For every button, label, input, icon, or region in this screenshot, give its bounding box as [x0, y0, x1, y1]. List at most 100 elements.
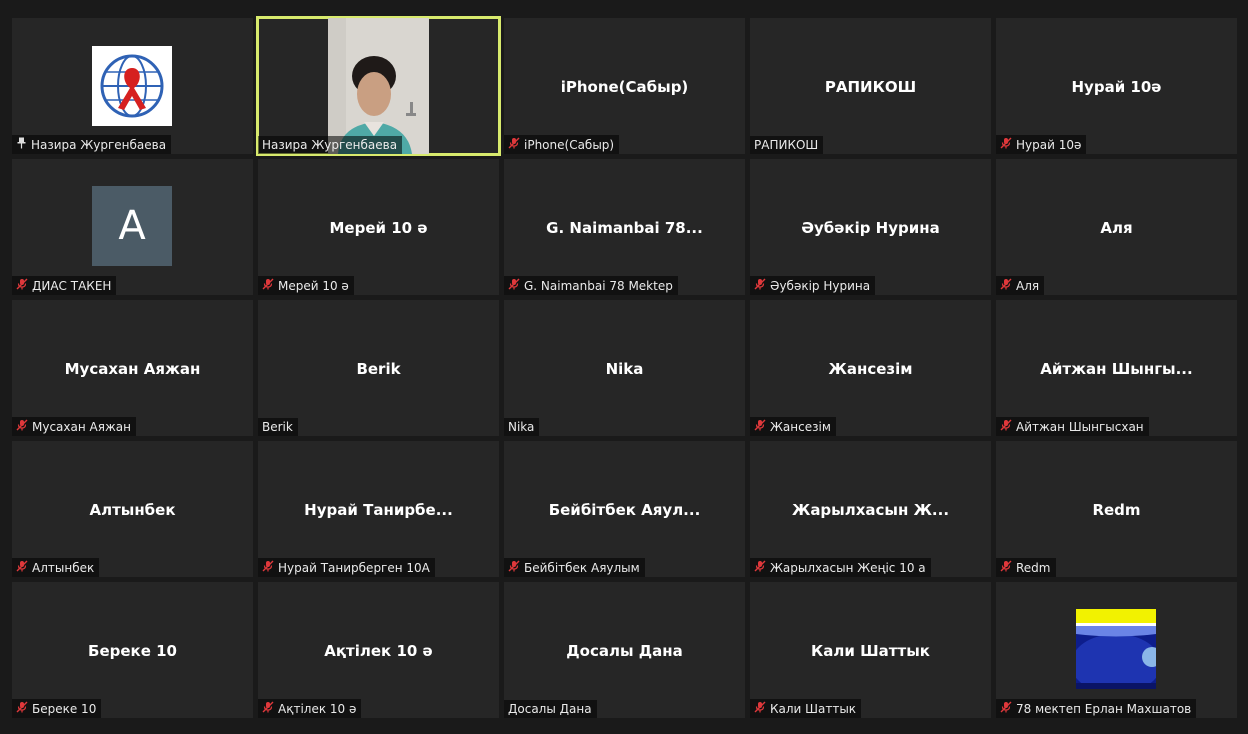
participant-display-name: Redm: [1092, 501, 1141, 519]
participant-tile[interactable]: iPhone(Сабыр) iPhone(Сабыр): [504, 18, 745, 154]
participant-tile[interactable]: 78 мектеп Ерлан Махшатов: [996, 582, 1237, 718]
mic-muted-icon: [16, 419, 28, 434]
participant-tile[interactable]: G. Naimanbai 78... G. Naimanbai 78 Mektep: [504, 159, 745, 295]
participant-name-label: Назира Жургенбаева: [12, 135, 172, 154]
participant-name: Жансезім: [770, 419, 831, 434]
participant-tile[interactable]: Аля Аля: [996, 159, 1237, 295]
mic-muted-icon: [1000, 419, 1012, 434]
gallery-grid: Назира Жургенбаева Назира Жургенбаева iPho…: [12, 16, 1237, 718]
shared-image-thumbnail: [1071, 609, 1162, 694]
participant-tile[interactable]: Айтжан Шынгы... Айтжан Шынгысхан: [996, 300, 1237, 436]
mic-muted-icon: [754, 560, 766, 575]
participant-name-label: iPhone(Сабыр): [504, 135, 620, 154]
participant-name-label: Жарылхасын Жеңіс 10 а: [750, 558, 931, 577]
participant-tile[interactable]: Нурай Танирбе... Нурай Танирберген 10А: [258, 441, 499, 577]
mic-muted-icon: [16, 560, 28, 575]
participant-name: Аля: [1016, 278, 1040, 293]
participant-name-label: G. Naimanbai 78 Mektep: [504, 276, 678, 295]
participant-display-name: Нурай 10ә: [1071, 78, 1162, 96]
participant-tile[interactable]: Алтынбек Алтынбек: [12, 441, 253, 577]
participant-display-name: Berik: [356, 360, 401, 378]
mic-muted-icon: [16, 701, 28, 716]
participant-tile[interactable]: Жансезім Жансезім: [750, 300, 991, 436]
participant-display-name: Нурай Танирбе...: [304, 501, 453, 519]
participant-display-name: Ақтілек 10 ә: [324, 642, 433, 660]
participant-name: iPhone(Сабыр): [524, 137, 615, 152]
participant-display-name: Досалы Дана: [566, 642, 683, 660]
participant-name-label: Нурай 10ә: [996, 135, 1087, 154]
participant-name: Бейбітбек Аяулым: [524, 560, 640, 575]
participant-name-label: Назира Жургенбаева: [258, 136, 403, 154]
participant-name-label: Әубәкір Нурина: [750, 276, 876, 295]
participant-tile[interactable]: Береке 10 Береке 10: [12, 582, 253, 718]
participant-tile[interactable]: Redm Redm: [996, 441, 1237, 577]
participant-display-name: Мерей 10 ә: [329, 219, 428, 237]
participant-display-name: РАПИКОШ: [824, 78, 917, 96]
participant-name-label: Redm: [996, 558, 1056, 577]
participant-name: Нурай Танирберген 10А: [278, 560, 430, 575]
participant-name: Мусахан Аяжан: [32, 419, 131, 434]
participant-display-name: Аля: [1100, 219, 1133, 237]
participant-name-label: Жансезім: [750, 417, 836, 436]
participant-tile[interactable]: Кали Шаттык Кали Шаттык: [750, 582, 991, 718]
participant-name: Береке 10: [32, 701, 97, 716]
mic-muted-icon: [1000, 137, 1012, 152]
participant-name: Әубәкір Нурина: [770, 278, 871, 293]
mic-muted-icon: [262, 560, 274, 575]
participant-name-label: Мусахан Аяжан: [12, 417, 136, 436]
participant-tile[interactable]: Berik Berik: [258, 300, 499, 436]
participant-tile[interactable]: Бейбітбек Аяул... Бейбітбек Аяулым: [504, 441, 745, 577]
participant-name-label: Nika: [504, 418, 540, 436]
participant-tile[interactable]: Мерей 10 ә Мерей 10 ә: [258, 159, 499, 295]
participant-tile[interactable]: Жарылхасын Ж... Жарылхасын Жеңіс 10 а: [750, 441, 991, 577]
participant-tile[interactable]: Досалы Дана Досалы Дана: [504, 582, 745, 718]
participant-tile[interactable]: Назира Жургенбаева: [256, 16, 501, 156]
participant-name: Назира Жургенбаева: [31, 137, 167, 152]
participant-name-label: 78 мектеп Ерлан Махшатов: [996, 699, 1197, 718]
participant-tile[interactable]: РАПИКОШ РАПИКОШ: [750, 18, 991, 154]
mic-muted-icon: [508, 137, 520, 152]
participant-display-name: Алтынбек: [89, 501, 176, 519]
participant-name: Нурай 10ә: [1016, 137, 1082, 152]
participant-name-label: ДИАС ТАКЕН: [12, 276, 117, 295]
participant-tile[interactable]: Нурай 10ә Нурай 10ә: [996, 18, 1237, 154]
participant-name-label: Бейбітбек Аяулым: [504, 558, 645, 577]
participant-video: [328, 18, 429, 154]
mic-muted-icon: [16, 278, 28, 293]
participant-display-name: Nika: [605, 360, 644, 378]
participant-name-label: Ақтілек 10 ә: [258, 699, 362, 718]
participant-name-label: Нурай Танирберген 10А: [258, 558, 435, 577]
participant-name-label: Досалы Дана: [504, 700, 597, 718]
mic-muted-icon: [754, 419, 766, 434]
participant-tile[interactable]: A ДИАС ТАКЕН: [12, 159, 253, 295]
participant-name: Redm: [1016, 560, 1051, 575]
participant-tile[interactable]: Назира Жургенбаева: [12, 18, 253, 154]
participant-name: Назира Жургенбаева: [262, 138, 398, 152]
participant-name: G. Naimanbai 78 Mektep: [524, 278, 673, 293]
participant-display-name: Береке 10: [88, 642, 177, 660]
profile-logo-image: [92, 46, 172, 126]
mic-muted-icon: [1000, 560, 1012, 575]
pin-icon: [16, 137, 27, 152]
participant-tile[interactable]: Ақтілек 10 ә Ақтілек 10 ә: [258, 582, 499, 718]
participant-name: Досалы Дана: [508, 702, 592, 716]
participant-tile[interactable]: Nika Nika: [504, 300, 745, 436]
participant-display-name: Кали Шаттык: [811, 642, 930, 660]
participant-name: Жарылхасын Жеңіс 10 а: [770, 560, 926, 575]
mic-muted-icon: [754, 278, 766, 293]
participant-name: Ақтілек 10 ә: [278, 701, 357, 716]
participant-name: РАПИКОШ: [754, 138, 819, 152]
participant-name-label: Береке 10: [12, 699, 102, 718]
participant-display-name: Мусахан Аяжан: [64, 360, 201, 378]
participant-tile[interactable]: Мусахан Аяжан Мусахан Аяжан: [12, 300, 253, 436]
participant-name-label: Аля: [996, 276, 1045, 295]
participant-name-label: Айтжан Шынгысхан: [996, 417, 1149, 436]
mic-muted-icon: [1000, 278, 1012, 293]
participant-display-name: Айтжан Шынгы...: [1040, 360, 1193, 378]
mic-muted-icon: [262, 701, 274, 716]
participant-display-name: G. Naimanbai 78...: [546, 219, 703, 237]
participant-name: Мерей 10 ә: [278, 278, 349, 293]
participant-name: 78 мектеп Ерлан Махшатов: [1016, 701, 1192, 716]
mic-muted-icon: [508, 278, 520, 293]
participant-tile[interactable]: Әубәкір Нурина Әубәкір Нурина: [750, 159, 991, 295]
